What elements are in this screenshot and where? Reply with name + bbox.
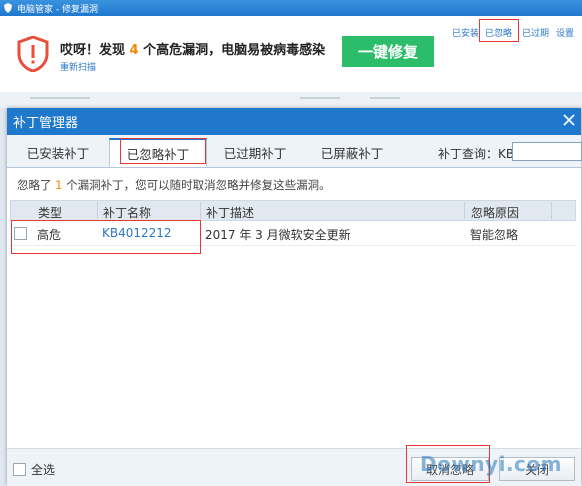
watermark: Downyi.com [420, 452, 562, 476]
background-title-bar: 电脑管家 - 修复漏洞 [0, 0, 582, 16]
background-list-header [0, 92, 582, 108]
table-header: 类型 补丁名称 补丁描述 忽略原因 [10, 200, 576, 221]
select-all-label: 全选 [31, 463, 56, 477]
close-icon[interactable] [561, 112, 577, 128]
column-type: 类型 [38, 206, 63, 220]
bg-tab-installed[interactable]: 已安装 [452, 26, 479, 39]
dialog-title-bar: 补丁管理器 [7, 108, 581, 135]
column-ignore-reason: 忽略原因 [471, 206, 520, 220]
shield-logo-icon [4, 3, 12, 13]
ignored-notice: 忽略了 1 个漏洞补丁，您可以随时取消忽略并修复这些漏洞。 [17, 178, 331, 192]
rescan-link[interactable]: 重新扫描 [60, 60, 96, 73]
bg-tab-expired[interactable]: 已过期 [522, 26, 549, 39]
patch-manager-dialog: 补丁管理器 已安装补丁 已忽略补丁 已过期补丁 已屏蔽补丁 补丁查询：KB 忽略… [7, 108, 582, 486]
ignore-reason: 智能忽略 [470, 228, 519, 242]
patch-tabs: 已安装补丁 已忽略补丁 已过期补丁 已屏蔽补丁 补丁查询：KB [7, 135, 582, 168]
background-title: 电脑管家 - 修复漏洞 [17, 4, 98, 15]
ignored-count: 1 [55, 178, 63, 192]
highlight-box-ignored-patches-tab [120, 138, 206, 164]
warning-shield-icon [17, 36, 49, 72]
select-all-checkbox[interactable] [13, 463, 26, 476]
highlight-box-ignored-tab [479, 19, 519, 42]
tab-installed-patches[interactable]: 已安装补丁 [10, 139, 106, 166]
column-patch-name: 补丁名称 [103, 206, 152, 220]
tab-expired-patches[interactable]: 已过期补丁 [207, 139, 303, 166]
one-click-fix-button[interactable]: 一键修复 [342, 36, 434, 67]
tab-blocked-patches[interactable]: 已屏蔽补丁 [304, 139, 400, 166]
highlight-box-patch-row [11, 220, 201, 254]
patch-search-label: 补丁查询：KB [438, 147, 515, 161]
patch-description: 2017 年 3 月微软安全更新 [205, 228, 351, 242]
dialog-title: 补丁管理器 [13, 116, 79, 131]
bg-tab-settings[interactable]: 设置 [556, 26, 574, 39]
vulnerability-count: 4 [129, 43, 139, 58]
column-patch-description: 补丁描述 [206, 206, 255, 220]
vulnerability-alert: 哎呀！发现 4 个高危漏洞，电脑易被病毒感染 [60, 43, 326, 58]
select-all[interactable]: 全选 [13, 461, 55, 478]
patch-search-input[interactable] [512, 142, 582, 161]
